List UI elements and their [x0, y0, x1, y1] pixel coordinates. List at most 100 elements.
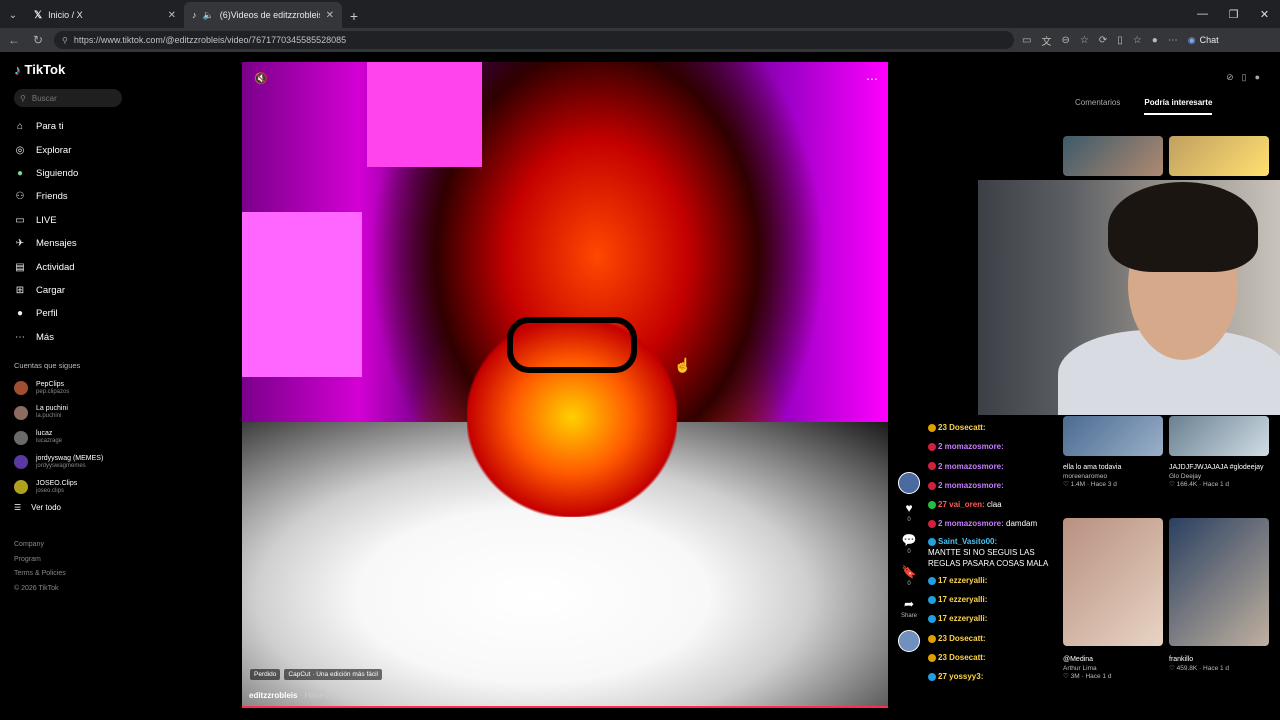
following-item[interactable]: La puchini la.puchini: [14, 401, 130, 426]
site-info-icon[interactable]: ⚲: [62, 36, 68, 45]
avatar[interactable]: ●: [1255, 72, 1260, 83]
chat-message: 23 Dosecatt:: [928, 629, 1058, 648]
tab-tiktok[interactable]: ♪ 🔈 (6)Videos de editzzrobleis (@e ✕: [184, 2, 342, 28]
new-tab-button[interactable]: +: [342, 4, 366, 28]
extension-icon[interactable]: ⟳: [1099, 35, 1107, 46]
following-item[interactable]: jordyyswag (MEMES) jordyyswagmemes: [14, 450, 130, 475]
translate-icon[interactable]: 文: [1041, 33, 1051, 48]
sidebar-item-siguiendo[interactable]: ● Siguiendo: [14, 162, 130, 185]
messages-icon: ✈: [15, 238, 25, 250]
video-card-title: JAJDJFJWJAJAJA #glodeejay: [1169, 464, 1264, 471]
comment-button[interactable]: 💬 0: [902, 534, 917, 558]
search-icon: ⚲: [20, 93, 26, 103]
video-card-author: Arthur Lima: [1063, 664, 1097, 672]
reload-icon[interactable]: ↻: [30, 33, 46, 47]
footer-link-program[interactable]: Program: [14, 553, 130, 568]
device-icon[interactable]: ▯: [1242, 72, 1247, 83]
url-field[interactable]: ⚲ https://www.tiktok.com/@editzzrobleis/…: [54, 31, 1014, 49]
sidebar-item-friends[interactable]: ⚇ Friends: [14, 185, 130, 208]
chat-button[interactable]: ◉ Chat: [1188, 35, 1219, 46]
following-title: Cuentas que sigues: [14, 360, 81, 370]
sidebar-item-label: Explorar: [36, 144, 72, 156]
footer-link-company[interactable]: Company: [14, 538, 130, 553]
sidebar-item-mensajes[interactable]: ✈ Mensajes: [14, 232, 130, 255]
video-tag[interactable]: CapCut · Una edición más fácil: [284, 669, 383, 680]
bookmark-button[interactable]: 🔖 0: [902, 566, 917, 590]
video-thumbnail[interactable]: [1169, 136, 1269, 176]
sidebar-item-cargar[interactable]: ⊞ Cargar: [14, 279, 130, 302]
chat-message: 2 momazosmore:: [928, 437, 1058, 456]
video-card-caption[interactable]: JAJDJFJWJAJAJA #glodeejay Glo Deejay ♡ 1…: [1169, 464, 1269, 490]
more-icon: ⋯: [15, 331, 25, 343]
speaker-icon[interactable]: 🔈: [203, 10, 214, 21]
following-item[interactable]: JOSEO.Clips joseo.clips: [14, 475, 130, 500]
sidebar-item-explorar[interactable]: ◎ Explorar: [14, 138, 130, 161]
chat-username: 2 momazosmore:: [938, 461, 1004, 471]
following-item[interactable]: lucaz lucazrage: [14, 425, 130, 450]
close-icon[interactable]: ✕: [326, 10, 334, 21]
badge-icon: [928, 501, 936, 510]
tab-podria-interesarte[interactable]: Podría interesarte: [1144, 98, 1213, 115]
avatar[interactable]: [898, 630, 920, 652]
avatar: [14, 381, 28, 396]
video-thumbnail[interactable]: [1063, 416, 1163, 456]
sidebar-item-para-ti[interactable]: ⌂ Para ti: [14, 115, 130, 138]
video-thumbnail[interactable]: [1063, 136, 1163, 176]
video-thumbnail[interactable]: [1169, 518, 1269, 646]
following-handle: lucazrage: [36, 438, 63, 445]
favorite-icon[interactable]: ☆: [1080, 35, 1089, 46]
menu-icon[interactable]: ⋯: [1168, 35, 1178, 46]
following-icon: ●: [16, 167, 24, 179]
stream-chat: 23 Dosecatt: 2 momazosmore: 2 momazosmor…: [928, 418, 1058, 687]
tab-x[interactable]: 𝕏 Inicio / X ✕: [26, 2, 184, 28]
close-window-icon[interactable]: ✕: [1249, 0, 1280, 28]
split-icon[interactable]: ▯: [1117, 35, 1123, 46]
chat-text: claa: [986, 500, 1002, 510]
video-player[interactable]: 🔇 ⋯ Perdido CapCut · Una edición más fác…: [242, 62, 888, 708]
video-card-caption[interactable]: frankillo ♡ 459.8K · Hace 1 d: [1169, 656, 1269, 673]
back-icon[interactable]: ←: [6, 33, 22, 47]
sidebar-item-actividad[interactable]: ▤ Actividad: [14, 255, 130, 278]
collections-icon[interactable]: ☆: [1133, 35, 1142, 46]
chat-label: Chat: [1199, 35, 1219, 45]
video-thumbnail[interactable]: [1063, 518, 1163, 646]
search-input[interactable]: ⚲ Buscar: [14, 89, 122, 107]
video-time: · Hace 21 h: [299, 691, 342, 700]
badge-icon: [928, 634, 936, 643]
tiktok-logo[interactable]: ♪ TikTok: [14, 62, 130, 77]
tab-comentarios[interactable]: Comentarios: [1075, 98, 1120, 115]
close-icon[interactable]: ✕: [168, 10, 176, 21]
video-progress-bar[interactable]: [242, 706, 888, 708]
restore-icon[interactable]: ❐: [1218, 0, 1249, 28]
sidebar-item-live[interactable]: ▭ LIVE: [14, 209, 130, 232]
mute-icon[interactable]: 🔇: [254, 72, 268, 85]
sidebar-item-perfil[interactable]: ● Perfil: [14, 302, 130, 325]
avatar[interactable]: [898, 472, 920, 494]
sidebar-item-mas[interactable]: ⋯ Más: [14, 326, 130, 349]
video-tag[interactable]: Perdido: [250, 669, 281, 680]
video-card-caption[interactable]: @Medina Arthur Lima ♡ 3M · Hace 1 d: [1063, 656, 1163, 682]
following-item[interactable]: PepClips pep.clipazos: [14, 376, 130, 401]
sidebar-item-label: Más: [36, 331, 54, 343]
no-ads-icon[interactable]: ⊘: [1226, 72, 1234, 83]
profile-icon[interactable]: ●: [1152, 35, 1158, 46]
footer-link-terms[interactable]: Terms & Policies: [14, 567, 130, 582]
tab-list-icon[interactable]: ⌄: [0, 2, 26, 28]
cast-icon[interactable]: ▭: [1022, 35, 1031, 46]
zoom-icon[interactable]: ⊖: [1061, 35, 1069, 46]
video-card-title: ella lo ama todavia: [1063, 464, 1122, 471]
like-button[interactable]: ♥ 0: [905, 502, 912, 526]
chat-message: 17 ezzeryalli:: [928, 571, 1058, 590]
minimize-icon[interactable]: —: [1187, 0, 1218, 28]
webcam-person: [1108, 182, 1258, 272]
share-button[interactable]: ➦ Share: [901, 598, 917, 622]
more-options-icon[interactable]: ⋯: [866, 72, 878, 86]
badge-icon: [928, 615, 936, 624]
following-handle: jordyyswagmemes: [36, 462, 86, 469]
following-name: JOSEO.Clips: [36, 479, 78, 487]
video-author[interactable]: editzzrobleis · Hace 21 h: [249, 691, 341, 700]
video-thumbnail[interactable]: [1169, 416, 1269, 456]
video-card-caption[interactable]: ella lo ama todavia moreenaromeo ♡ 1.4M …: [1063, 464, 1163, 490]
video-frame-shape: [367, 62, 482, 167]
see-all-button[interactable]: ☰ Ver todo: [14, 503, 130, 512]
